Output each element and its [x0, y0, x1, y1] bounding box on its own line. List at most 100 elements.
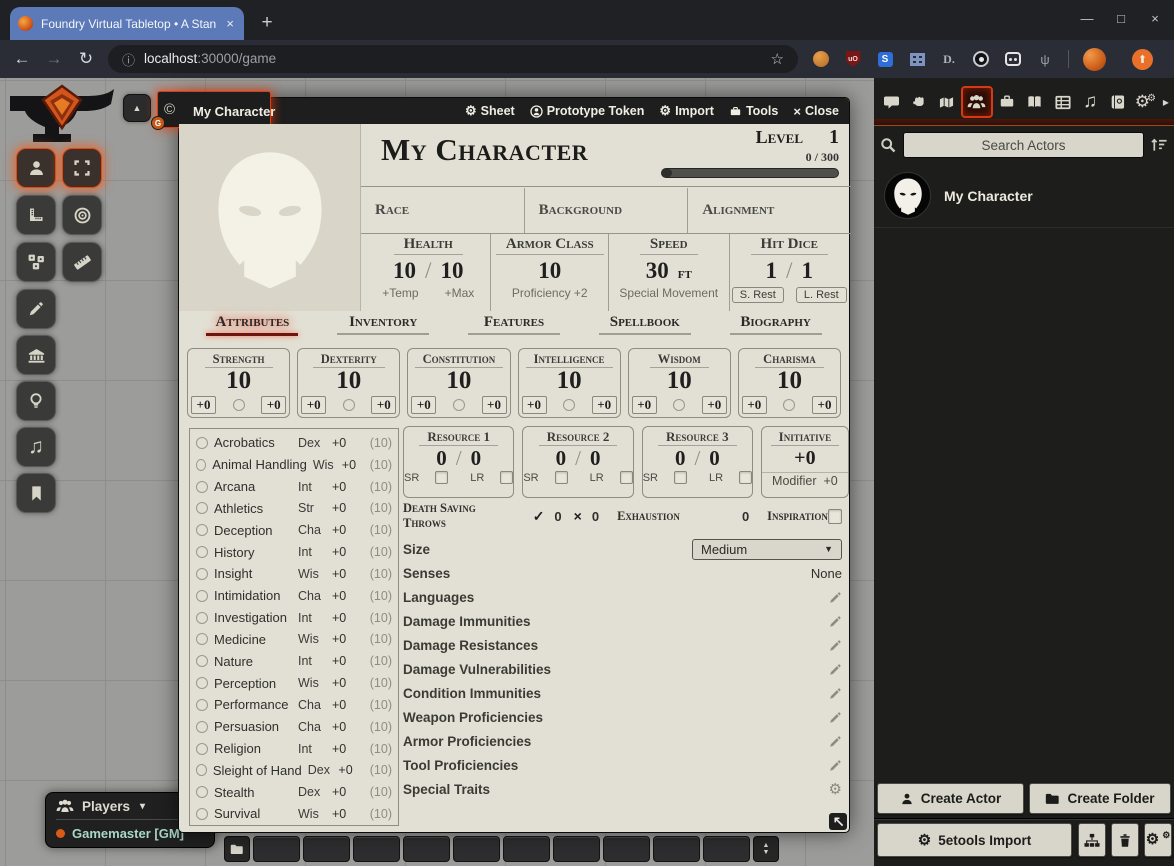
skill-proficiency-radio[interactable]	[196, 655, 208, 667]
fork-extension-icon[interactable]: ψ	[1036, 50, 1054, 68]
window-maximize-button[interactable]: □	[1104, 0, 1138, 40]
skill-row[interactable]: Insight Wis +0 (10)	[196, 563, 392, 585]
trait-edit-button[interactable]	[829, 663, 842, 676]
skill-row[interactable]: Intimidation Cha +0 (10)	[196, 585, 392, 607]
tab-tables[interactable]	[1050, 87, 1076, 117]
create-folder-button[interactable]: Create Folder	[1029, 783, 1171, 814]
skill-name[interactable]: Insight	[214, 566, 292, 581]
macro-slot[interactable]	[603, 836, 650, 862]
trait-edit-button[interactable]	[829, 591, 842, 604]
character-name[interactable]: My Character	[381, 132, 588, 168]
macro-slot[interactable]	[353, 836, 400, 862]
exhaustion-value[interactable]: 0	[742, 509, 749, 524]
skill-name[interactable]: Nature	[214, 654, 292, 669]
skill-name[interactable]: Medicine	[214, 632, 292, 647]
alignment-field[interactable]: Alignment	[687, 188, 851, 233]
target-tool[interactable]	[62, 195, 102, 235]
tools-button[interactable]: Tools	[729, 104, 778, 118]
resource-label[interactable]: Resource 3	[658, 428, 737, 446]
trait-edit-button[interactable]	[829, 735, 842, 748]
ability-name[interactable]: Strength	[205, 351, 273, 368]
skill-row[interactable]: Athletics Str +0 (10)	[196, 497, 392, 519]
senses-value[interactable]: None	[811, 566, 842, 581]
skill-name[interactable]: Perception	[214, 676, 292, 691]
skill-row[interactable]: Acrobatics Dex +0 (10)	[196, 432, 392, 454]
ability-check-mod[interactable]: +0	[482, 396, 507, 414]
forward-button[interactable]: →	[38, 49, 70, 69]
long-rest-button[interactable]: L. Rest	[796, 287, 847, 303]
tab-items[interactable]	[994, 87, 1020, 117]
sr-checkbox[interactable]	[555, 471, 568, 484]
skill-row[interactable]: Medicine Wis +0 (10)	[196, 628, 392, 650]
ability-save-mod[interactable]: +0	[411, 396, 436, 414]
death-success-count[interactable]: 0	[554, 509, 561, 524]
privacy-eye-extension-icon[interactable]	[972, 50, 990, 68]
sr-checkbox[interactable]	[435, 471, 448, 484]
skill-name[interactable]: Animal Handling	[212, 457, 307, 472]
ability-check-mod[interactable]: +0	[371, 396, 396, 414]
skill-name[interactable]: Athletics	[214, 501, 292, 516]
darkreader-extension-icon[interactable]: D.	[940, 50, 958, 68]
settings-cogs-button[interactable]: ⚙⚙	[1144, 823, 1172, 857]
size-select[interactable]: Medium ▼	[692, 539, 842, 560]
skill-name[interactable]: History	[214, 545, 292, 560]
skill-row[interactable]: Performance Cha +0 (10)	[196, 694, 392, 716]
ability-score[interactable]: 10	[336, 368, 361, 394]
skill-proficiency-radio[interactable]	[196, 808, 208, 820]
death-success-icon[interactable]: ✓	[533, 508, 545, 525]
xp-value[interactable]: 0 / 300	[806, 150, 839, 165]
window-close-button[interactable]: ×	[1138, 0, 1172, 40]
ability-proficiency-radio[interactable]	[233, 399, 245, 411]
ability-proficiency-radio[interactable]	[563, 399, 575, 411]
skill-proficiency-radio[interactable]	[196, 459, 206, 471]
skill-name[interactable]: Acrobatics	[214, 435, 292, 450]
sort-icon[interactable]	[1151, 137, 1168, 153]
skill-proficiency-radio[interactable]	[196, 437, 208, 449]
skill-row[interactable]: Nature Int +0 (10)	[196, 650, 392, 672]
trait-edit-button[interactable]	[829, 687, 842, 700]
container-extension-icon[interactable]	[1004, 50, 1022, 68]
resource-max[interactable]: 0	[471, 446, 482, 470]
skill-name[interactable]: Arcana	[214, 479, 292, 494]
hp-tempmax-label[interactable]: +Max	[445, 286, 475, 300]
trait-edit-button[interactable]	[829, 639, 842, 652]
ability-proficiency-radio[interactable]	[783, 399, 795, 411]
ability-save-mod[interactable]: +0	[522, 396, 547, 414]
actor-avatar[interactable]	[884, 172, 931, 219]
tab-attributes[interactable]: Attributes	[206, 314, 298, 346]
ability-score[interactable]: 10	[446, 368, 471, 394]
race-field[interactable]: Race	[361, 188, 524, 233]
tab-spellbook[interactable]: Spellbook	[599, 314, 691, 346]
skill-proficiency-radio[interactable]	[196, 633, 208, 645]
skill-proficiency-radio[interactable]	[196, 764, 207, 776]
site-info-icon[interactable]: ⓘ	[122, 50, 135, 69]
tab-compendium[interactable]	[1105, 87, 1131, 117]
resource-current[interactable]: 0	[436, 446, 447, 470]
drawing-tool[interactable]	[16, 289, 56, 329]
trait-edit-button[interactable]	[829, 711, 842, 724]
macro-slot[interactable]	[453, 836, 500, 862]
skill-row[interactable]: History Int +0 (10)	[196, 541, 392, 563]
ability-save-mod[interactable]: +0	[742, 396, 767, 414]
skill-row[interactable]: Deception Cha +0 (10)	[196, 519, 392, 541]
skill-row[interactable]: Animal Handling Wis +0 (10)	[196, 454, 392, 476]
tab-combat[interactable]	[906, 87, 932, 117]
skill-proficiency-radio[interactable]	[196, 721, 208, 733]
lighting-tool[interactable]	[16, 381, 56, 421]
window-minimize-button[interactable]: —	[1070, 0, 1104, 40]
skill-proficiency-radio[interactable]	[196, 786, 208, 798]
initiative-modifier[interactable]: +0	[823, 474, 837, 488]
skill-proficiency-radio[interactable]	[196, 546, 208, 558]
skill-name[interactable]: Survival	[214, 806, 292, 821]
skill-name[interactable]: Investigation	[214, 610, 292, 625]
prototype-token-button[interactable]: Prototype Token	[530, 104, 645, 118]
sidebar-collapse-button[interactable]: ▸	[1160, 87, 1172, 117]
skill-name[interactable]: Religion	[214, 741, 292, 756]
resource-current[interactable]: 0	[675, 446, 686, 470]
tab-scenes[interactable]	[933, 87, 959, 117]
death-failure-count[interactable]: 0	[592, 509, 599, 524]
skill-proficiency-radio[interactable]	[196, 524, 208, 536]
hit-dice-block[interactable]: Hit Dice 1/1 S. Rest L. Rest	[729, 234, 850, 311]
ability-score[interactable]: 10	[226, 368, 251, 394]
ability-save-mod[interactable]: +0	[301, 396, 326, 414]
